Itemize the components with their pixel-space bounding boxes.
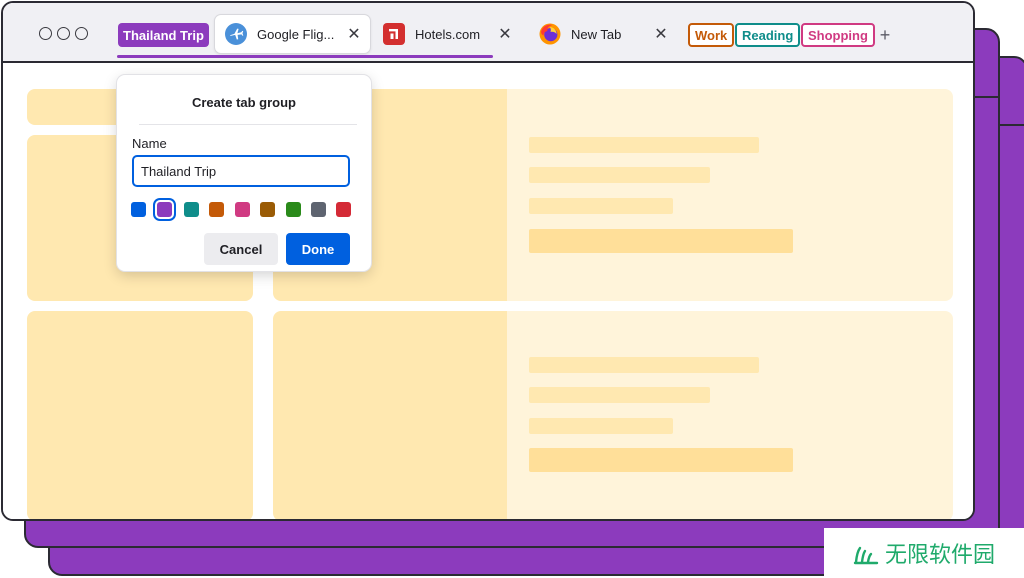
placeholder-text-line [529, 137, 759, 153]
tab-title: New Tab [571, 26, 622, 42]
tab-title: Google Flig... [257, 26, 335, 42]
color-swatch-green[interactable] [286, 202, 301, 217]
color-swatch-gray[interactable] [311, 202, 326, 217]
create-tab-group-dialog: Create tab group Name Cancel Done [117, 75, 371, 271]
tab-bar: Thailand Trip Google Flig... ✕ Hotels.co… [3, 3, 973, 63]
placeholder-text-line [529, 418, 673, 434]
window-close-dot[interactable] [39, 27, 52, 40]
new-tab-plus-icon[interactable]: + [876, 24, 894, 46]
cancel-button[interactable]: Cancel [204, 233, 278, 265]
color-swatch-purple[interactable] [157, 202, 172, 217]
window-minimize-dot[interactable] [57, 27, 70, 40]
tab-hotels-com[interactable]: Hotels.com ✕ [373, 15, 521, 53]
tab-title: Hotels.com [415, 26, 481, 42]
watermark-logo-icon [853, 546, 879, 565]
placeholder-text-line [529, 198, 673, 214]
placeholder-button [529, 229, 793, 253]
browser-window: Thailand Trip Google Flig... ✕ Hotels.co… [1, 1, 975, 521]
done-button[interactable]: Done [286, 233, 350, 265]
watermark-text: 无限软件园 [884, 543, 995, 568]
color-swatch-orange[interactable] [209, 202, 224, 217]
tab-group-label-thailand-trip[interactable]: Thailand Trip [118, 23, 209, 47]
firefox-icon [539, 23, 561, 45]
tab-group-underline [117, 55, 493, 58]
placeholder-button [529, 448, 793, 472]
placeholder-text-line [529, 357, 759, 373]
color-swatch-pink[interactable] [235, 202, 250, 217]
dialog-title: Create tab group [191, 95, 296, 110]
placeholder-card-body [507, 89, 953, 301]
color-swatch-brown[interactable] [260, 202, 275, 217]
placeholder-card-body [507, 311, 953, 519]
placeholder-text-line [529, 387, 710, 403]
window-maximize-dot[interactable] [75, 27, 88, 40]
tab-close-icon[interactable]: ✕ [649, 24, 673, 44]
tab-group-label-reading[interactable]: Reading [735, 23, 801, 47]
color-swatch-red[interactable] [336, 202, 351, 217]
placeholder-block [27, 311, 253, 519]
tab-close-icon[interactable]: ✕ [342, 24, 366, 44]
tab-group-label-shopping[interactable]: Shopping [801, 23, 875, 47]
hotels-logo-icon [383, 23, 405, 45]
dialog-divider [139, 124, 357, 125]
watermark: 无限软件园 [824, 528, 1024, 578]
placeholder-card-image [273, 311, 509, 519]
airplane-icon [225, 23, 247, 45]
name-label: Name [132, 136, 167, 151]
tab-new-tab[interactable]: New Tab ✕ [529, 15, 677, 53]
tab-group-label-work[interactable]: Work [688, 23, 735, 47]
color-swatch-teal[interactable] [184, 202, 199, 217]
color-swatch-blue[interactable] [131, 202, 146, 217]
tab-google-flights[interactable]: Google Flig... ✕ [215, 15, 370, 53]
tab-close-icon[interactable]: ✕ [493, 24, 517, 44]
placeholder-text-line [529, 167, 710, 183]
group-name-input[interactable] [132, 155, 350, 187]
